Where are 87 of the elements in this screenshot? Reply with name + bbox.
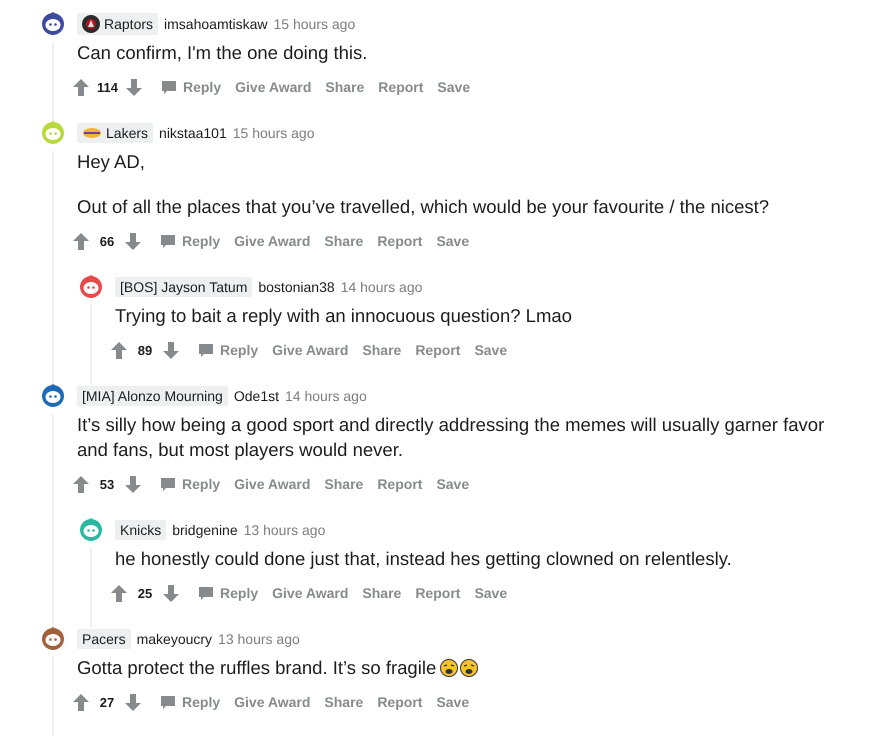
action-button[interactable]: Give Award — [265, 581, 356, 605]
comment-text: Out of all the places that you’ve travelled, which would be your favourite / the nicest? — [77, 195, 770, 219]
upvote-icon[interactable] — [73, 476, 89, 492]
user-flair: Pacers — [77, 629, 131, 649]
comment-text: he honestly could done just that, instead hes getting clowned on relentlesly. — [115, 547, 733, 571]
action-button[interactable]: Save — [429, 229, 476, 253]
comment-icon — [160, 234, 176, 248]
upvote-icon[interactable] — [73, 232, 89, 250]
comment-text: Hey AD, — [77, 150, 146, 174]
username[interactable]: bridgenine — [172, 522, 238, 538]
comment-text: Trying to bait a reply with an innocuous question? Lmao — [115, 304, 573, 328]
timestamp: 15 hours ago — [232, 125, 314, 141]
user-flair: Raptors — [77, 13, 158, 35]
comment-text: Can confirm, I'm the one doing this. — [77, 41, 368, 65]
action-button[interactable]: Share — [318, 75, 372, 99]
user-flair: [MIA] Alonzo Mourning — [77, 386, 228, 406]
timestamp: 15 hours ago — [274, 16, 356, 32]
downvote-icon[interactable] — [163, 342, 179, 358]
upvote-icon[interactable] — [73, 78, 89, 96]
upvote-icon[interactable] — [111, 342, 127, 358]
downvote-icon[interactable] — [125, 694, 141, 710]
weary-face-icon — [440, 659, 458, 677]
reply-button[interactable]: Reply — [154, 75, 228, 99]
upvote-icon[interactable] — [111, 584, 127, 602]
action-button[interactable]: Give Award — [265, 338, 356, 362]
avatar-icon[interactable] — [41, 12, 65, 36]
upvote-icon[interactable] — [73, 694, 89, 710]
action-button[interactable]: Report — [371, 75, 430, 99]
downvote-icon[interactable] — [125, 476, 141, 492]
action-button[interactable]: Save — [467, 581, 514, 605]
action-button[interactable]: Report — [408, 581, 468, 605]
action-button[interactable]: Give Award — [227, 472, 318, 496]
avatar-icon[interactable] — [41, 627, 65, 651]
comment-text: It’s silly how being a good sport and directly addressing the memes will usually garner favor and fans, but most players would never. — [77, 413, 826, 462]
user-flair: [BOS] Jayson Tatum — [115, 277, 252, 297]
action-button[interactable]: Give Award — [228, 75, 318, 99]
username[interactable]: nikstaa101 — [159, 125, 227, 141]
vote-count: 53 — [98, 476, 116, 492]
vote-count: 66 — [98, 234, 116, 248]
comment-icon — [160, 694, 176, 710]
action-button[interactable]: Give Award — [227, 229, 318, 253]
vote-count: 114 — [97, 80, 118, 94]
action-button[interactable]: Share — [317, 690, 370, 714]
downvote-icon[interactable] — [125, 232, 141, 250]
action-button[interactable]: Save — [467, 338, 514, 362]
avatar-icon[interactable] — [79, 275, 103, 299]
action-button[interactable]: Save — [429, 690, 476, 714]
comment-text: Gotta protect the ruffles brand. It’s so fragile — [77, 657, 436, 678]
user-flair: Lakers — [77, 123, 154, 143]
avatar-icon[interactable] — [41, 384, 65, 408]
action-button[interactable]: Share — [355, 581, 408, 605]
reply-button[interactable]: Reply — [153, 472, 228, 496]
downvote-icon[interactable] — [163, 584, 179, 602]
vote-count: 25 — [136, 586, 154, 600]
comment-icon — [198, 342, 214, 358]
team-logo-icon — [82, 15, 100, 33]
action-button[interactable]: Report — [370, 690, 430, 714]
downvote-icon[interactable] — [126, 78, 142, 96]
user-flair: Knicks — [115, 520, 166, 540]
weary-face-icon — [460, 659, 478, 677]
comment-icon — [160, 476, 176, 492]
username[interactable]: bostonian38 — [258, 279, 335, 295]
vote-count: 89 — [136, 342, 154, 358]
action-button[interactable]: Save — [430, 75, 478, 99]
reply-button[interactable]: Reply — [191, 581, 266, 605]
action-button[interactable]: Report — [370, 472, 430, 496]
reply-button[interactable]: Reply — [153, 690, 228, 714]
vote-count: 27 — [98, 694, 116, 710]
reply-button[interactable]: Reply — [191, 338, 266, 362]
timestamp: 14 hours ago — [285, 388, 367, 404]
action-button[interactable]: Share — [317, 229, 370, 253]
timestamp: 13 hours ago — [218, 631, 300, 647]
action-button[interactable]: Share — [317, 472, 370, 496]
username[interactable]: Ode1st — [234, 388, 279, 404]
action-button[interactable]: Report — [408, 338, 468, 362]
username[interactable]: makeyoucry — [136, 631, 212, 647]
timestamp: 13 hours ago — [244, 522, 326, 538]
timestamp: 14 hours ago — [340, 279, 422, 295]
action-button[interactable]: Give Award — [227, 690, 318, 714]
action-button[interactable]: Share — [355, 338, 408, 362]
reply-button[interactable]: Reply — [153, 229, 228, 253]
action-button[interactable]: Report — [370, 229, 430, 253]
comment-icon — [198, 586, 214, 600]
team-logo-icon — [82, 127, 102, 139]
username[interactable]: imsahoamtiskaw — [164, 16, 268, 32]
action-button[interactable]: Save — [429, 472, 476, 496]
comment-icon — [160, 80, 177, 94]
